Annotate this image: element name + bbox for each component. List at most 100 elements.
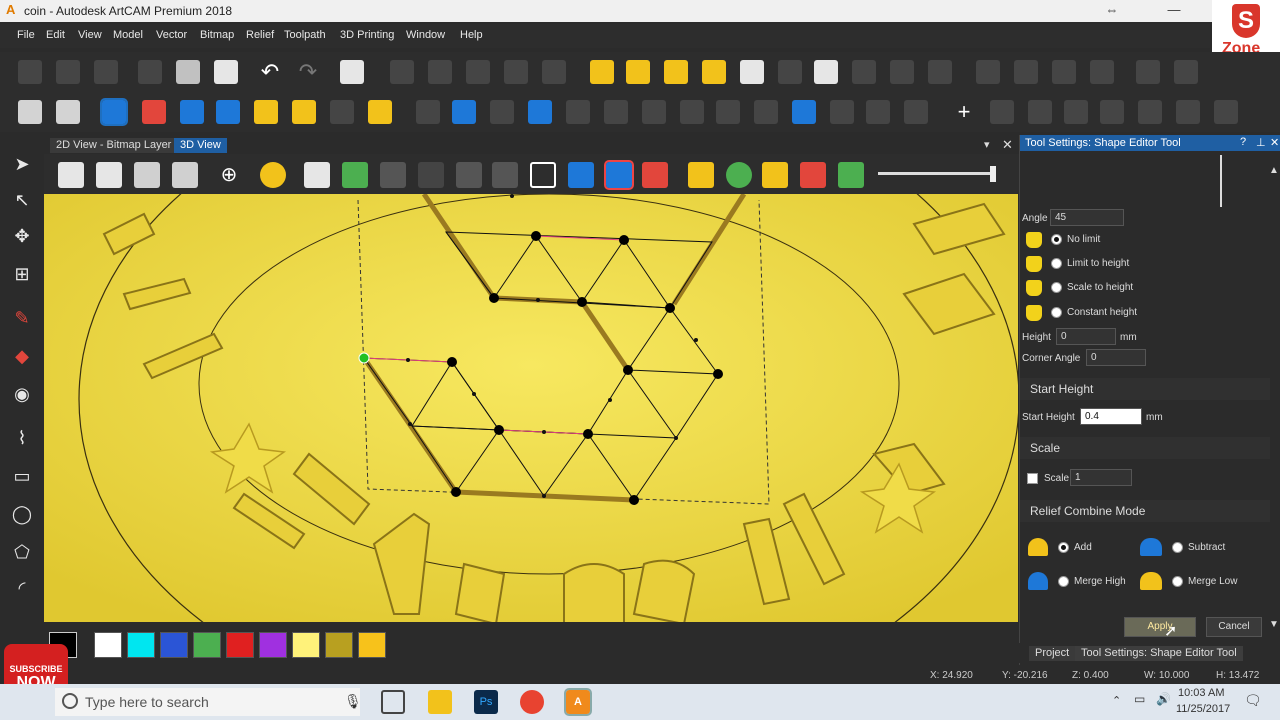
view-yellow-plane-icon[interactable] <box>688 162 714 188</box>
view-star-search-icon[interactable] <box>762 162 788 188</box>
restore-icon[interactable]: ⇔ <box>1100 2 1124 20</box>
relief-merge-icon[interactable] <box>904 100 928 124</box>
network-icon[interactable]: ▭ <box>1134 692 1145 706</box>
radio-scale-height[interactable] <box>1051 282 1062 293</box>
eraser-icon[interactable] <box>976 60 1000 84</box>
menu-vector[interactable]: Vector <box>156 29 187 41</box>
swatch-2[interactable] <box>127 632 155 658</box>
menu-toolpath[interactable]: Toolpath <box>284 29 326 41</box>
tab-tool-settings[interactable]: Tool Settings: Shape Editor Tool <box>1075 646 1243 661</box>
axes-icon[interactable] <box>342 162 368 188</box>
view-relief-red-icon[interactable] <box>642 162 668 188</box>
file-explorer-icon[interactable] <box>428 690 452 714</box>
radio-constant-height[interactable] <box>1051 307 1062 318</box>
view-select-icon[interactable] <box>530 162 556 188</box>
light-bulb-icon[interactable] <box>260 162 286 188</box>
cut-icon[interactable] <box>138 60 162 84</box>
scroll-up-icon[interactable]: ▲ <box>1269 165 1279 176</box>
bowl-icon[interactable] <box>928 60 952 84</box>
notifications-icon[interactable]: 🗨 <box>1244 692 1262 709</box>
scale-section[interactable]: Scale <box>1020 437 1270 459</box>
tab-dropdown-icon[interactable]: ▾ <box>984 138 990 151</box>
circle-icon[interactable]: ◯ <box>10 503 34 525</box>
radio-limit-height[interactable] <box>1051 258 1062 269</box>
view-front-icon[interactable] <box>96 162 122 188</box>
wave-icon[interactable] <box>1136 60 1160 84</box>
polyline-icon[interactable]: ⌇ <box>10 427 34 449</box>
view-relief-icon[interactable] <box>604 160 634 190</box>
relief-smooth-icon[interactable] <box>830 100 854 124</box>
undo-icon[interactable]: ↶ <box>258 60 282 84</box>
relief-pipe-icon[interactable] <box>566 100 590 124</box>
rotate-icon[interactable] <box>542 60 566 84</box>
view-layer-icon[interactable] <box>456 162 482 188</box>
relief-tile-icon[interactable] <box>792 100 816 124</box>
relief-offset-icon[interactable] <box>180 100 204 124</box>
copy-icon[interactable] <box>176 60 200 84</box>
node-edit-icon[interactable] <box>504 60 528 84</box>
weave-icon[interactable] <box>254 100 278 124</box>
cancel-button[interactable]: Cancel <box>1206 617 1262 637</box>
relief-combine-section[interactable]: Relief Combine Mode <box>1020 500 1270 522</box>
view-top-icon[interactable] <box>172 162 198 188</box>
tab-2d-view[interactable]: 2D View - Bitmap Layer <box>50 138 178 153</box>
relief-drape-icon[interactable] <box>604 100 628 124</box>
smooth-tool-icon[interactable]: ◉ <box>10 383 34 405</box>
transform-icon[interactable]: ⊞ <box>10 263 34 285</box>
rectangle-icon[interactable]: ▭ <box>10 465 34 487</box>
select-arrow-icon[interactable]: ➤ <box>10 153 34 175</box>
taskbar-search[interactable]: Type here to search <box>55 688 360 716</box>
save-icon[interactable] <box>94 60 118 84</box>
move-icon[interactable]: ✥ <box>10 225 34 247</box>
view-slider-handle[interactable] <box>990 166 996 182</box>
node-edit-arrow-icon[interactable]: ↖ <box>10 189 34 211</box>
star-folder-icon[interactable] <box>368 100 392 124</box>
notes-icon[interactable] <box>340 60 364 84</box>
paste-icon[interactable] <box>214 60 238 84</box>
swatch-3[interactable] <box>160 632 188 658</box>
scale-checkbox[interactable] <box>1027 473 1038 484</box>
tab-3d-view[interactable]: 3D View <box>174 138 227 153</box>
scroll-down-icon[interactable]: ▼ <box>1269 619 1279 630</box>
relief-sculpt-icon[interactable] <box>1138 100 1162 124</box>
view-side-icon[interactable] <box>134 162 160 188</box>
menu-help[interactable]: Help <box>460 29 483 41</box>
open-folder-icon[interactable] <box>590 60 614 84</box>
relief-gear-icon[interactable] <box>1028 100 1052 124</box>
menu-3d-printing[interactable]: 3D Printing <box>340 29 394 41</box>
relief-reset-icon[interactable] <box>1214 100 1238 124</box>
radio-merge-low[interactable] <box>1172 576 1183 587</box>
close-view-icon[interactable]: ✕ <box>1002 137 1013 153</box>
menu-bitmap[interactable]: Bitmap <box>200 29 234 41</box>
help-icon[interactable]: ? <box>1240 136 1246 148</box>
knot-icon[interactable] <box>1090 60 1114 84</box>
view-iso-icon[interactable] <box>58 162 84 188</box>
radio-subtract[interactable] <box>1172 542 1183 553</box>
relief-bake-icon[interactable] <box>1176 100 1200 124</box>
view-star-icon[interactable] <box>568 162 594 188</box>
menu-view[interactable]: View <box>78 29 102 41</box>
measure-icon[interactable] <box>390 60 414 84</box>
artcam-taskbar-icon[interactable]: A <box>564 688 592 716</box>
panel-close-icon[interactable]: ✕ <box>1270 136 1279 149</box>
polygon-icon[interactable]: ⬠ <box>10 541 34 563</box>
menu-file[interactable]: File <box>17 29 35 41</box>
relief-split-icon[interactable] <box>452 100 476 124</box>
radio-no-limit[interactable] <box>1051 234 1062 245</box>
relief-weight-icon[interactable] <box>990 100 1014 124</box>
3d-viewport[interactable] <box>44 194 1018 622</box>
vector-tool-icon[interactable] <box>428 60 452 84</box>
relief-brush-icon[interactable] <box>1064 100 1088 124</box>
corner-angle-input[interactable]: 0 <box>1086 349 1146 366</box>
swatch-4[interactable] <box>193 632 221 658</box>
relief-stack-icon[interactable] <box>754 100 778 124</box>
relief-pin-icon[interactable] <box>680 100 704 124</box>
chrome-icon[interactable] <box>520 690 544 714</box>
view-block-icon[interactable] <box>418 162 444 188</box>
apply-button[interactable]: Apply <box>1124 617 1196 637</box>
height-input[interactable]: 0 <box>1056 328 1116 345</box>
layers-icon[interactable] <box>814 60 838 84</box>
radio-add[interactable] <box>1058 542 1069 553</box>
task-view-icon[interactable] <box>381 690 405 714</box>
photoshop-icon[interactable]: Ps <box>474 690 498 714</box>
